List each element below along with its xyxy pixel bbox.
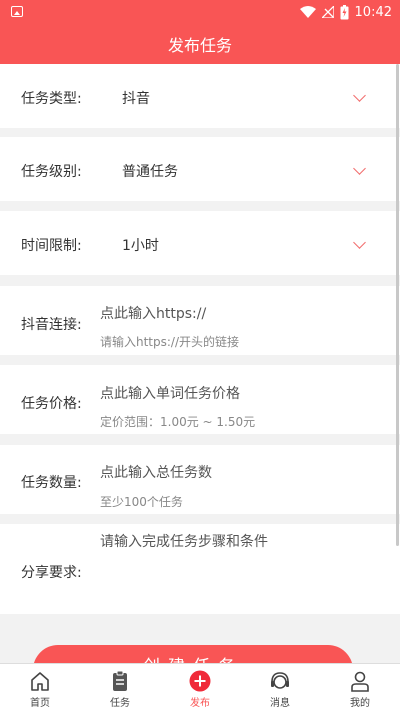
task-count-label: 任务数量: <box>21 475 82 491</box>
douyin-link-hint: 请输入https://开头的链接 <box>100 335 240 349</box>
chevron-down-icon <box>353 236 366 249</box>
task-price-row: 任务价格: 点此输入单词任务价格 定价范围：1.00元 ~ 1.50元 <box>0 365 400 434</box>
no-signal-icon <box>321 6 334 18</box>
page-title: 发布任务 <box>167 36 232 55</box>
task-count-row: 任务数量: 点此输入总任务数 至少100个任务 <box>0 445 400 514</box>
time-limit-value: 1小时 <box>122 238 159 254</box>
header-bar: 发布任务 <box>0 24 400 64</box>
task-level-select[interactable]: 任务级别: 普通任务 <box>0 137 400 201</box>
tab-publish-label: 发布 <box>190 698 210 709</box>
home-icon <box>31 672 49 691</box>
task-level-label: 任务级别: <box>21 164 82 180</box>
clipboard-icon <box>113 670 127 691</box>
share-requirement-textarea[interactable]: 请输入完成任务步骤和条件 <box>100 531 268 551</box>
tab-messages-label: 消息 <box>270 698 290 709</box>
tab-publish[interactable]: 发布 <box>160 664 240 712</box>
clock: 10:42 <box>354 4 392 20</box>
status-bar: 10:42 <box>0 0 400 24</box>
task-count-hint: 至少100个任务 <box>100 495 183 509</box>
task-type-select[interactable]: 任务类型: 抖音 <box>0 64 400 128</box>
chevron-down-icon <box>353 89 366 102</box>
tab-messages[interactable]: 消息 <box>240 664 320 712</box>
user-icon <box>351 671 369 692</box>
plus-circle-icon <box>189 670 211 692</box>
battery-charging-icon <box>340 4 349 19</box>
task-type-label: 任务类型: <box>21 91 82 107</box>
tab-tasks-label: 任务 <box>110 698 130 709</box>
task-count-input[interactable]: 点此输入总任务数 <box>100 462 212 482</box>
tab-mine[interactable]: 我的 <box>320 664 400 712</box>
bottom-tab-bar: 首页 任务 发布 消息 我的 <box>0 663 400 712</box>
scrollbar[interactable] <box>396 64 399 546</box>
task-price-input[interactable]: 点此输入单词任务价格 <box>100 383 240 403</box>
task-type-value: 抖音 <box>122 91 150 107</box>
share-requirement-label: 分享要求: <box>21 565 82 581</box>
task-price-hint: 定价范围：1.00元 ~ 1.50元 <box>100 415 256 429</box>
time-limit-select[interactable]: 时间限制: 1小时 <box>0 211 400 275</box>
task-price-label: 任务价格: <box>21 396 82 412</box>
task-level-value: 普通任务 <box>122 164 178 180</box>
douyin-link-input[interactable]: 点此输入https:// <box>100 303 206 323</box>
tab-tasks[interactable]: 任务 <box>80 664 160 712</box>
headset-icon <box>271 672 289 689</box>
time-limit-label: 时间限制: <box>21 238 82 254</box>
tab-home[interactable]: 首页 <box>0 664 80 712</box>
status-right: 10:42 <box>299 0 392 24</box>
tab-home-label: 首页 <box>30 698 50 709</box>
douyin-link-row: 抖音连接: 点此输入https:// 请输入https://开头的链接 <box>0 286 400 355</box>
gallery-notification-icon <box>11 6 23 17</box>
share-requirement-row: 分享要求: 请输入完成任务步骤和条件 <box>0 524 400 614</box>
chevron-down-icon <box>353 162 366 175</box>
douyin-link-label: 抖音连接: <box>21 317 82 333</box>
tab-mine-label: 我的 <box>350 698 370 709</box>
wifi-icon <box>299 6 316 18</box>
